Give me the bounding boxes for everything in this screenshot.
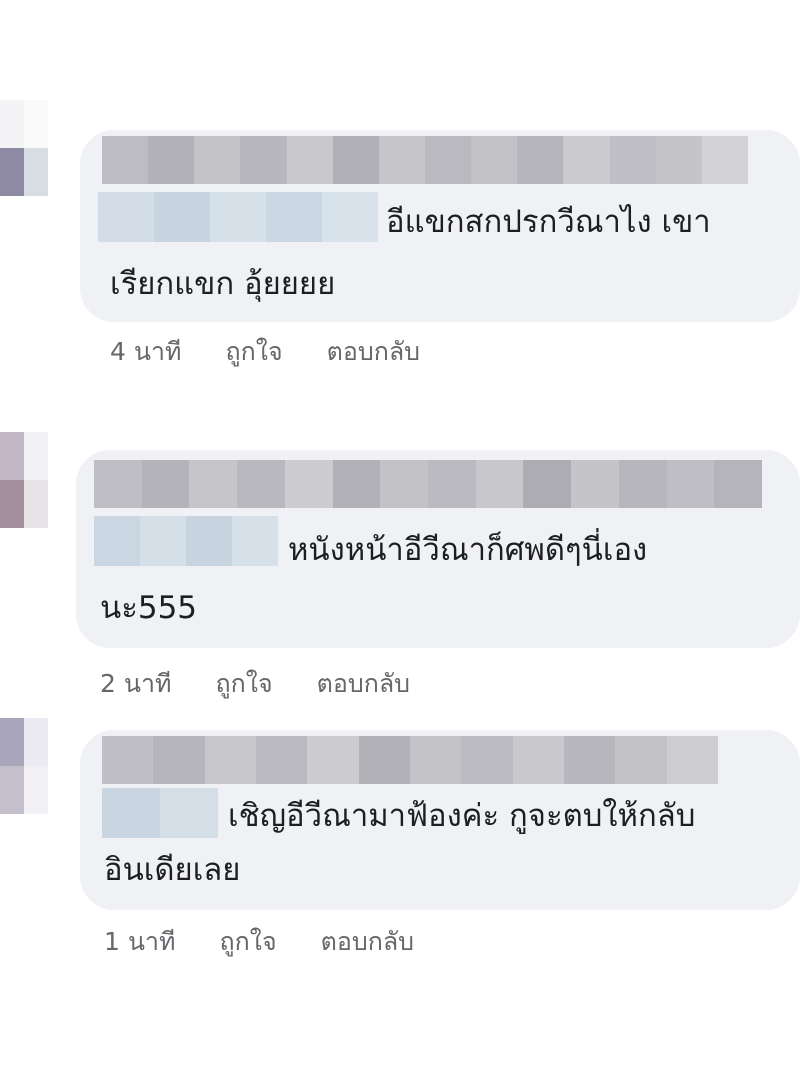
- comment-actions: 2 นาที ถูกใจ ตอบกลับ: [100, 664, 410, 704]
- reply-button[interactable]: ตอบกลับ: [327, 332, 420, 372]
- like-button[interactable]: ถูกใจ: [225, 332, 282, 372]
- commenter-name-blurred[interactable]: [94, 460, 763, 508]
- reply-button[interactable]: ตอบกลับ: [321, 922, 414, 962]
- comment-actions: 1 นาที ถูกใจ ตอบกลับ: [104, 922, 414, 962]
- comment-timestamp[interactable]: 1 นาที: [104, 922, 175, 962]
- like-button[interactable]: ถูกใจ: [215, 664, 272, 704]
- avatar[interactable]: [0, 718, 48, 814]
- comment-text-line-1: อีแขกสกปรกวีณาไง เขา: [386, 204, 711, 240]
- comment-text-line-1: เชิญอีวีณามาฟ้องค่ะ กูจะตบให้กลับ: [228, 798, 696, 834]
- comment-actions: 4 นาที ถูกใจ ตอบกลับ: [110, 332, 420, 372]
- comment-text-line-2: อินเดียเลย: [104, 852, 241, 888]
- reply-button[interactable]: ตอบกลับ: [317, 664, 410, 704]
- comment-timestamp[interactable]: 2 นาที: [100, 664, 171, 704]
- commenter-name-blurred[interactable]: [102, 136, 748, 184]
- mention-tag-blurred[interactable]: [94, 516, 278, 566]
- mention-tag-blurred[interactable]: [102, 788, 218, 838]
- comment-bubble: หนังหน้าอีวีณาก็ศพดีๆนี่เอง นะ555: [76, 450, 800, 648]
- commenter-name-blurred[interactable]: [102, 736, 718, 784]
- comment-thread: อีแขกสกปรกวีณาไง เขา เรียกแขก อุ้ยยยย 4 …: [0, 0, 800, 1070]
- comment-text-line-2: เรียกแขก อุ้ยยยย: [110, 266, 336, 302]
- avatar[interactable]: [0, 432, 48, 528]
- comment-text-line-2: นะ555: [100, 590, 198, 626]
- comment-timestamp[interactable]: 4 นาที: [110, 332, 181, 372]
- avatar[interactable]: [0, 100, 48, 196]
- mention-tag-blurred[interactable]: [98, 192, 378, 242]
- like-button[interactable]: ถูกใจ: [219, 922, 276, 962]
- comment-bubble: อีแขกสกปรกวีณาไง เขา เรียกแขก อุ้ยยยย: [80, 130, 800, 322]
- comment-bubble: เชิญอีวีณามาฟ้องค่ะ กูจะตบให้กลับ อินเดี…: [80, 730, 800, 910]
- comment-text-line-1: หนังหน้าอีวีณาก็ศพดีๆนี่เอง: [288, 532, 648, 568]
